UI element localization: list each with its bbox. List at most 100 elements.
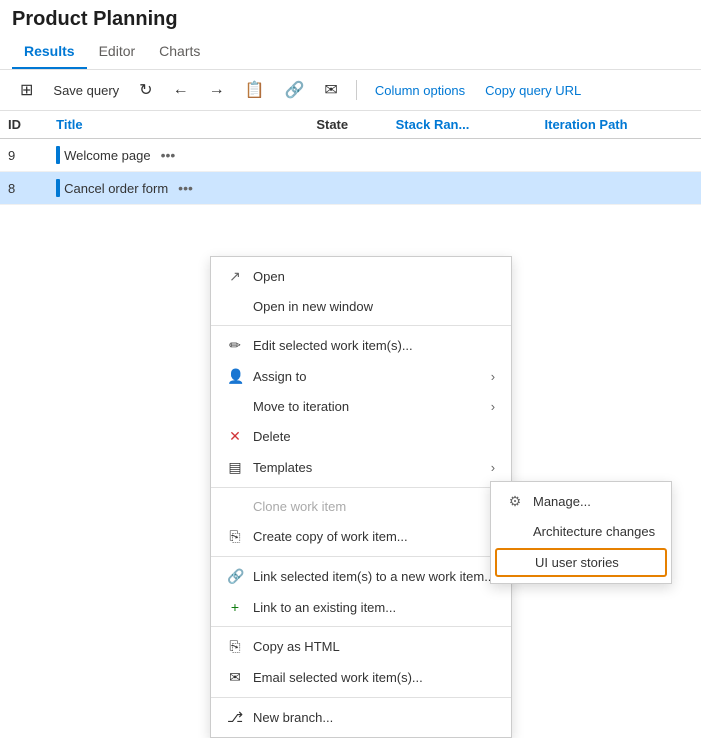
ctx-move-iteration[interactable]: Move to iteration ›: [211, 392, 511, 421]
ctx-create-copy-label: Create copy of work item...: [253, 529, 408, 544]
copy-icon: ⎘: [227, 528, 243, 545]
sub-ui-user-stories[interactable]: UI user stories: [495, 548, 667, 577]
assign-icon: 👤: [227, 368, 243, 385]
ctx-open-new-window-label: Open in new window: [253, 299, 373, 314]
row-title-text: Cancel order form: [64, 181, 168, 196]
ctx-delete[interactable]: ✕ Delete: [211, 421, 511, 452]
ctx-new-branch-label: New branch...: [253, 710, 333, 725]
save-query-label: Save query: [53, 83, 119, 98]
ctx-link-existing[interactable]: + Link to an existing item...: [211, 592, 511, 622]
ctx-sep-5: [211, 697, 511, 698]
save-query-button[interactable]: Save query: [45, 79, 127, 102]
link-icon-btn[interactable]: 🔗: [277, 76, 313, 104]
ctx-assign-label: Assign to: [253, 369, 306, 384]
ctx-link-new[interactable]: 🔗 Link selected item(s) to a new work it…: [211, 561, 511, 592]
col-id: ID: [0, 111, 48, 139]
nav-tabs: Results Editor Charts: [0, 35, 701, 70]
col-stack-rank: Stack Ran...: [388, 111, 537, 139]
ctx-edit-label: Edit selected work item(s)...: [253, 338, 413, 353]
row-iteration-path: [537, 139, 701, 172]
sub-manage-label: Manage...: [533, 494, 591, 509]
table-header-row: ID Title State Stack Ran... Iteration Pa…: [0, 111, 701, 139]
table-row[interactable]: 8 Cancel order form •••: [0, 172, 701, 205]
manage-gear-icon: ⚙: [507, 493, 523, 510]
table-row[interactable]: 9 Welcome page •••: [0, 139, 701, 172]
row-title-text: Welcome page: [64, 148, 150, 163]
filter-icon: ⊞: [20, 80, 33, 100]
ctx-sep-1: [211, 325, 511, 326]
work-item-color-bar: [56, 179, 60, 197]
ctx-sep-3: [211, 556, 511, 557]
ctx-open-label: Open: [253, 269, 285, 284]
templates-arrow-icon: ›: [491, 460, 495, 475]
task-icon: 📋: [245, 80, 265, 100]
assign-arrow-icon: ›: [491, 369, 495, 384]
templates-icon: ▤: [227, 459, 243, 476]
row-stack-rank: [388, 172, 537, 205]
row-ellipsis-btn[interactable]: •••: [174, 178, 197, 198]
row-title: Cancel order form •••: [48, 172, 308, 205]
forward-icon: →: [209, 81, 225, 99]
sub-architecture-changes[interactable]: Architecture changes: [491, 517, 671, 546]
ctx-copy-html-label: Copy as HTML: [253, 639, 340, 654]
tab-editor[interactable]: Editor: [87, 35, 148, 69]
edit-icon: ✏: [227, 337, 243, 354]
ctx-email-label: Email selected work item(s)...: [253, 670, 423, 685]
ctx-clone: Clone work item: [211, 492, 511, 521]
back-icon: ←: [173, 81, 189, 99]
copy-html-icon: ⎘: [227, 638, 243, 655]
copy-query-url-link[interactable]: Copy query URL: [477, 79, 589, 102]
mail-icon: ✉: [324, 80, 337, 100]
ctx-templates-label: Templates: [253, 460, 312, 475]
templates-sub-menu: ⚙ Manage... Architecture changes UI user…: [490, 481, 672, 584]
ctx-email[interactable]: ✉ Email selected work item(s)...: [211, 662, 511, 693]
page-title: Product Planning: [12, 8, 689, 31]
forward-button[interactable]: →: [201, 77, 233, 103]
row-id: 8: [0, 172, 48, 205]
task-icon-btn[interactable]: 📋: [237, 76, 273, 104]
context-menu: ↗ Open Open in new window ✏ Edit selecte…: [210, 256, 512, 738]
delete-icon: ✕: [227, 428, 243, 445]
ctx-open[interactable]: ↗ Open: [211, 261, 511, 292]
refresh-button[interactable]: ↻: [131, 76, 160, 104]
row-state: [308, 139, 387, 172]
tab-charts[interactable]: Charts: [147, 35, 212, 69]
ctx-assign-to[interactable]: 👤 Assign to ›: [211, 361, 511, 392]
row-id: 9: [0, 139, 48, 172]
ctx-edit[interactable]: ✏ Edit selected work item(s)...: [211, 330, 511, 361]
column-options-link[interactable]: Column options: [367, 79, 473, 102]
ctx-sep-2: [211, 487, 511, 488]
page-header: Product Planning: [0, 0, 701, 35]
toolbar-separator: [356, 80, 357, 100]
back-button[interactable]: ←: [165, 77, 197, 103]
move-arrow-icon: ›: [491, 399, 495, 414]
ctx-open-new-window[interactable]: Open in new window: [211, 292, 511, 321]
ctx-link-new-label: Link selected item(s) to a new work item…: [253, 569, 495, 584]
sub-architecture-label: Architecture changes: [533, 524, 655, 539]
mail-icon-btn[interactable]: ✉: [316, 76, 345, 104]
row-state: [308, 172, 387, 205]
ctx-sep-4: [211, 626, 511, 627]
ctx-link-existing-label: Link to an existing item...: [253, 600, 396, 615]
sub-ui-stories-label: UI user stories: [535, 555, 619, 570]
toolbar: ⊞ Save query ↻ ← → 📋 🔗 ✉ Column options …: [0, 70, 701, 111]
col-iteration-path: Iteration Path: [537, 111, 701, 139]
row-ellipsis-btn[interactable]: •••: [157, 145, 180, 165]
col-title: Title: [48, 111, 308, 139]
ctx-create-copy[interactable]: ⎘ Create copy of work item...: [211, 521, 511, 552]
col-state: State: [308, 111, 387, 139]
email-icon: ✉: [227, 669, 243, 686]
row-stack-rank: [388, 139, 537, 172]
filter-icon-btn[interactable]: ⊞: [12, 76, 41, 104]
work-items-table: ID Title State Stack Ran... Iteration Pa…: [0, 111, 701, 205]
ctx-delete-label: Delete: [253, 429, 291, 444]
ctx-move-label: Move to iteration: [253, 399, 349, 414]
ctx-new-branch[interactable]: ⎇ New branch...: [211, 702, 511, 733]
work-item-color-bar: [56, 146, 60, 164]
table-container: ID Title State Stack Ran... Iteration Pa…: [0, 111, 701, 205]
ctx-templates[interactable]: ▤ Templates ›: [211, 452, 511, 483]
link-existing-icon: +: [227, 599, 243, 615]
sub-manage[interactable]: ⚙ Manage...: [491, 486, 671, 517]
tab-results[interactable]: Results: [12, 35, 87, 69]
ctx-copy-html[interactable]: ⎘ Copy as HTML: [211, 631, 511, 662]
